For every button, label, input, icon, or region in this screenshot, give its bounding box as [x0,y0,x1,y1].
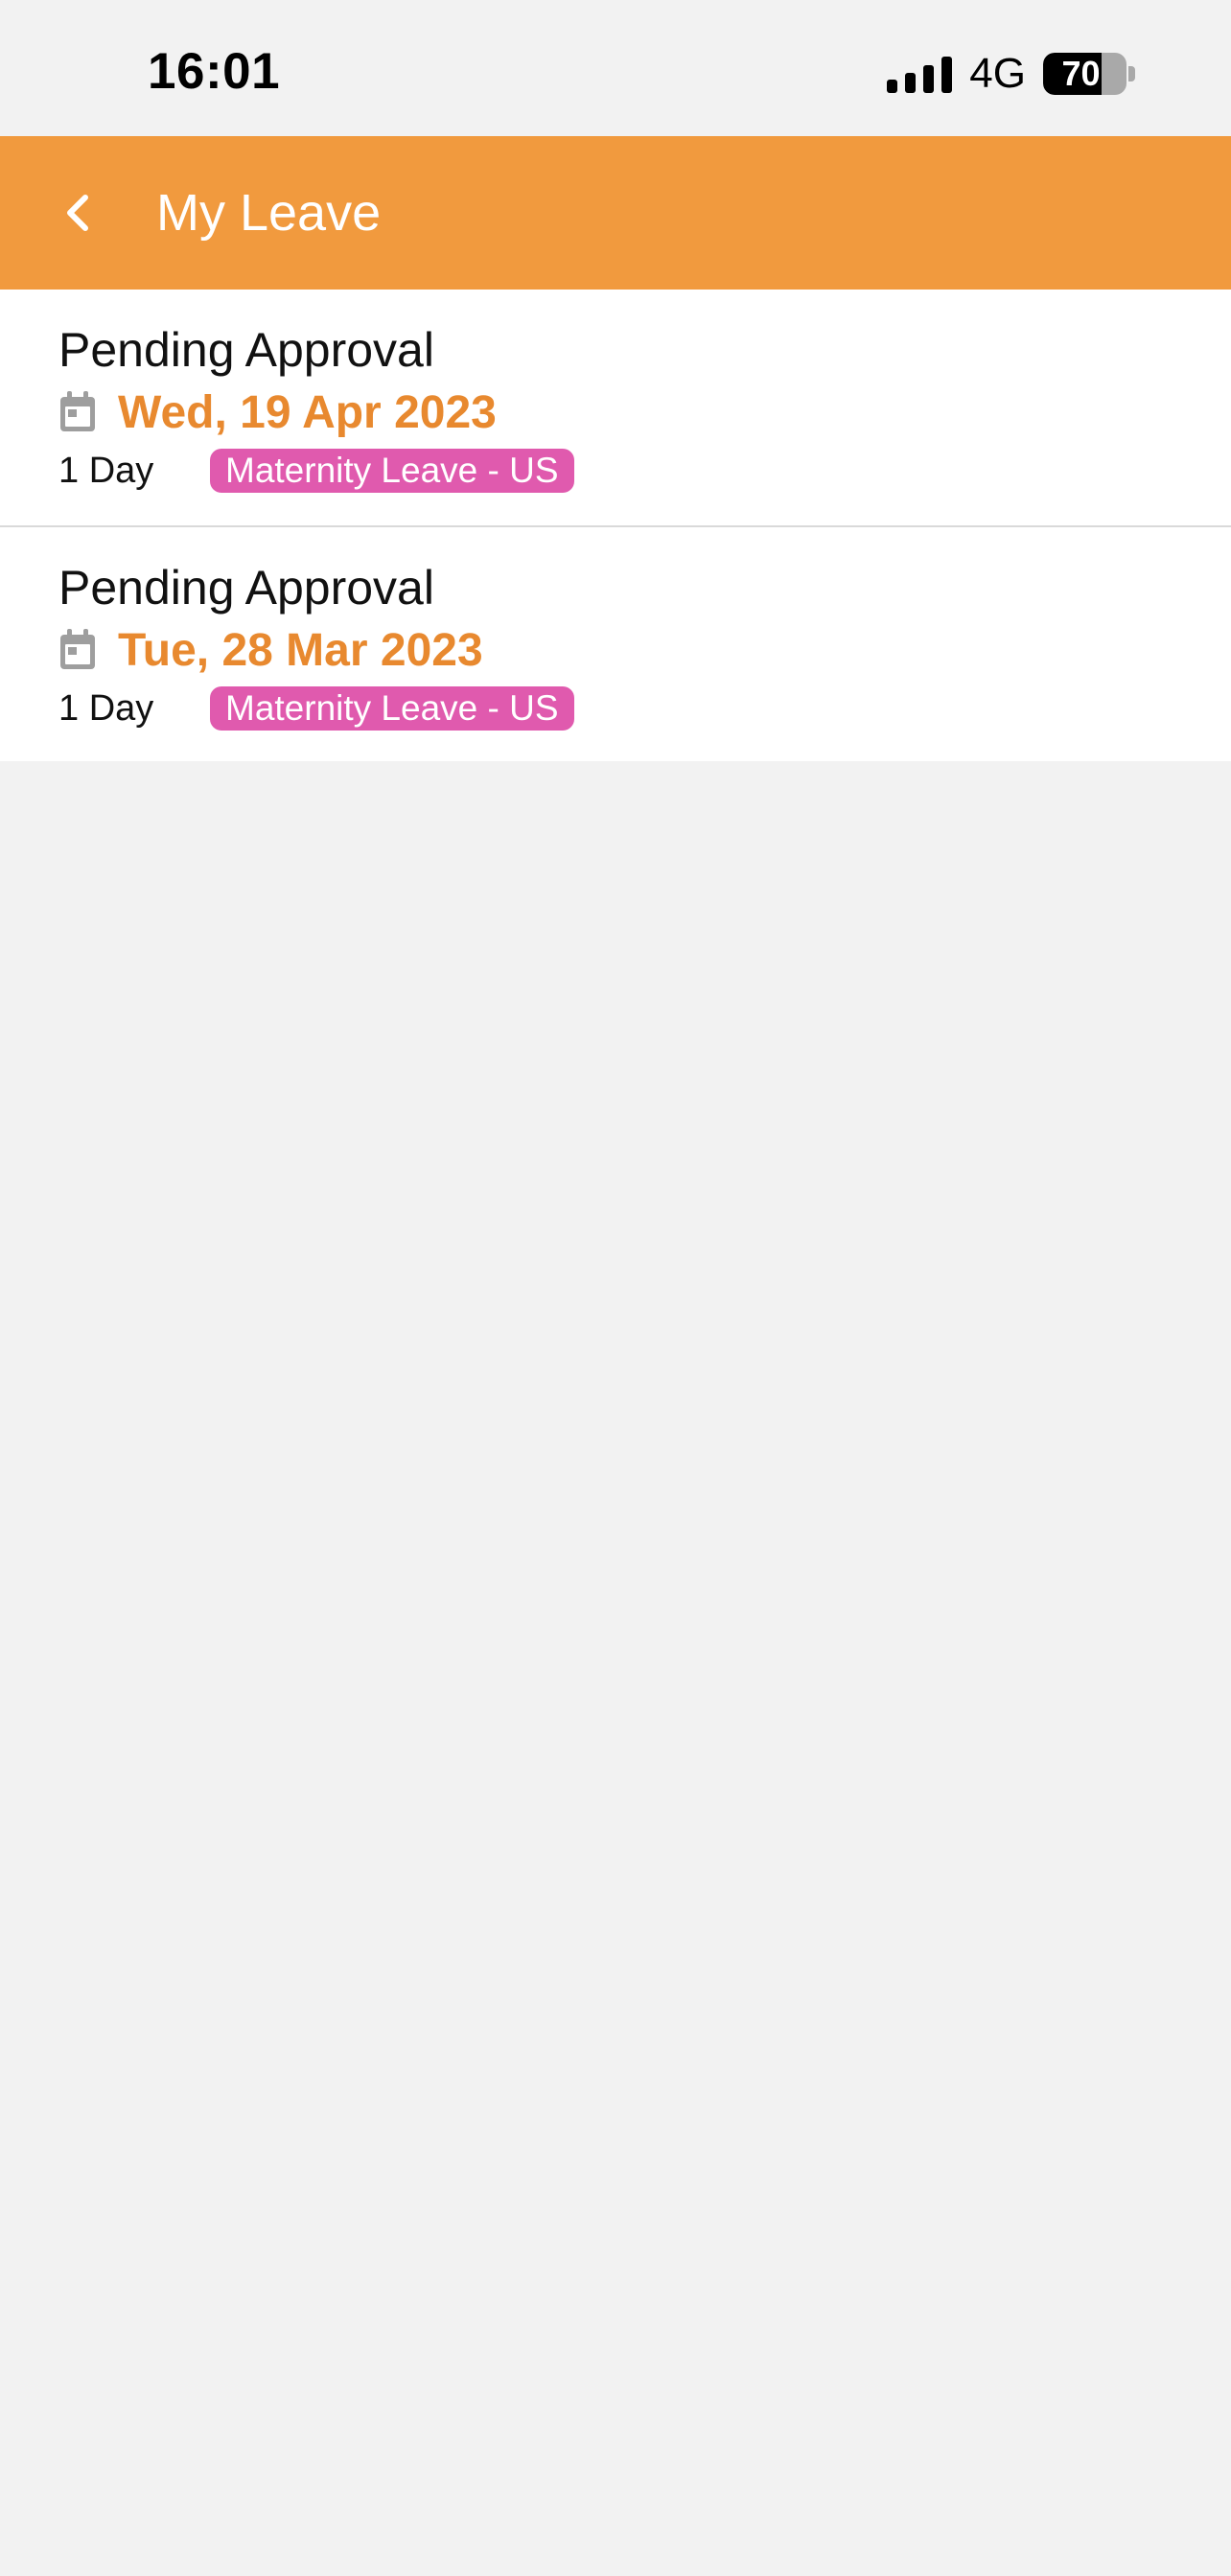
leave-duration: 1 Day [58,450,154,491]
battery-cap [1128,66,1135,81]
leave-date-row: Wed, 19 Apr 2023 [58,383,1231,441]
leave-duration: 1 Day [58,687,154,729]
leave-status: Pending Approval [58,323,434,377]
battery-level: 70 [1061,54,1101,93]
calendar-icon [60,391,95,431]
app-header: My Leave [0,136,1231,290]
leave-type-badge: Maternity Leave - US [210,449,574,493]
leave-date: Wed, 19 Apr 2023 [118,386,497,438]
page-title: My Leave [156,184,382,242]
leave-list-item[interactable]: Pending Approval Tue, 28 Mar 2023 1 Day … [0,525,1231,761]
network-type: 4G [969,50,1026,97]
battery-icon: 70 [1043,52,1135,96]
chevron-left-icon [67,195,88,231]
leave-date-row: Tue, 28 Mar 2023 [58,621,1231,679]
leave-meta-row: 1 Day Maternity Leave - US [58,685,1231,732]
leave-status: Pending Approval [58,561,434,615]
leave-list: Pending Approval Wed, 19 Apr 2023 1 Day … [0,290,1231,761]
leave-type-badge: Maternity Leave - US [210,686,574,731]
cellular-signal-icon [887,57,953,93]
status-indicators: 4G 70 [887,50,1135,98]
status-time: 16:01 [148,43,281,100]
leave-date: Tue, 28 Mar 2023 [118,624,483,676]
calendar-icon [60,629,95,669]
leave-list-item[interactable]: Pending Approval Wed, 19 Apr 2023 1 Day … [0,290,1231,525]
status-bar: 16:01 4G 70 [0,0,1231,136]
leave-meta-row: 1 Day Maternity Leave - US [58,447,1231,495]
back-button[interactable] [20,136,135,290]
battery-body: 70 [1043,53,1127,95]
